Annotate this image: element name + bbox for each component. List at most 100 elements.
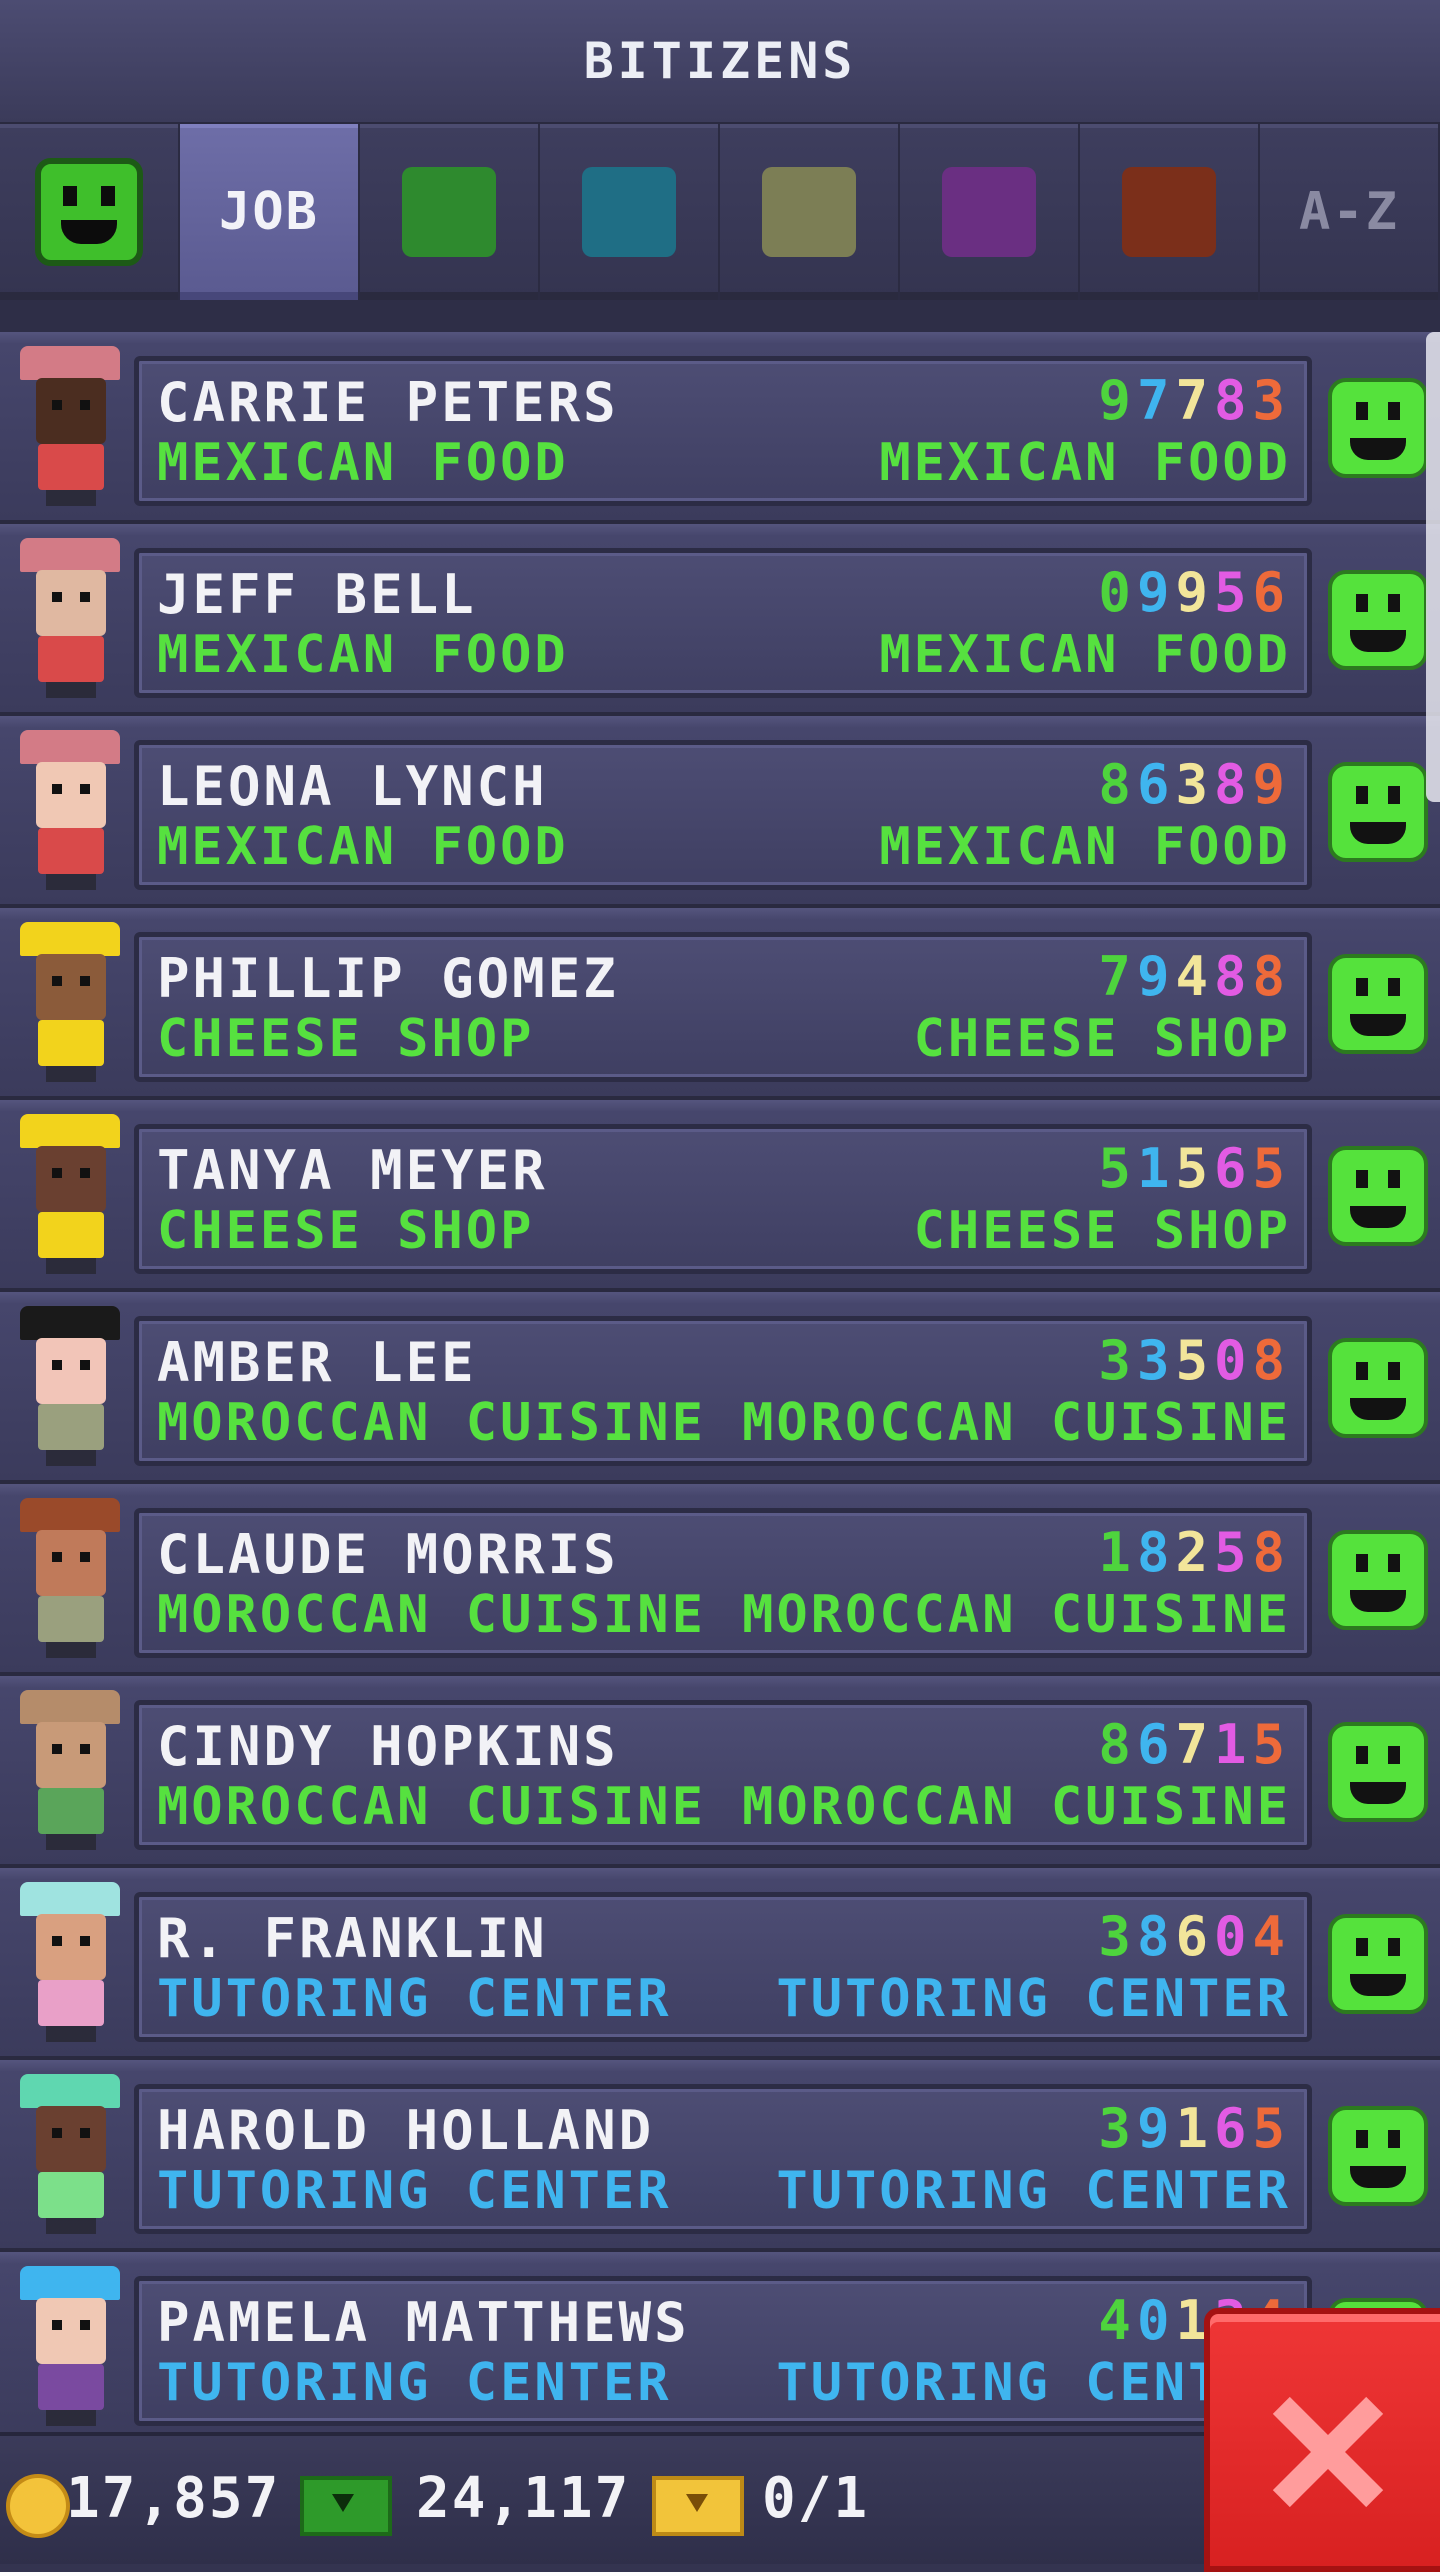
happy-face-icon bbox=[1328, 570, 1428, 670]
tab-swatch-2[interactable] bbox=[360, 124, 538, 300]
current-job: MOROCCAN CUISINE bbox=[157, 1777, 706, 1837]
bitizen-row[interactable]: CLAUDE MORRIS 18258 MOROCCAN CUISINE MOROCC… bbox=[0, 1484, 1440, 1676]
bitizen-name: CARRIE PETERS bbox=[157, 371, 619, 434]
skill-digits: 86715 bbox=[1098, 1713, 1291, 1776]
bitizen-avatar bbox=[10, 2262, 130, 2432]
current-job: TUTORING CENTER bbox=[157, 1969, 672, 2029]
bitizen-avatar bbox=[10, 1110, 130, 1280]
bitizen-name: CINDY HOPKINS bbox=[157, 1715, 619, 1778]
skill-digit: 6 bbox=[1213, 1137, 1253, 1200]
vip-icon bbox=[652, 2476, 744, 2536]
bitizen-row[interactable]: AMBER LEE 33508 MOROCCAN CUISINE MOROCCAN C… bbox=[0, 1292, 1440, 1484]
tab-swatch-5[interactable] bbox=[900, 124, 1078, 300]
skill-digit: 6 bbox=[1136, 753, 1176, 816]
happy-face-icon bbox=[1328, 1722, 1428, 1822]
bitizen-card[interactable]: AMBER LEE 33508 MOROCCAN CUISINE MOROCCAN C… bbox=[134, 1316, 1312, 1466]
skill-digit: 0 bbox=[1136, 2289, 1176, 2352]
tab-swatch-4[interactable] bbox=[720, 124, 898, 300]
scrollbar[interactable] bbox=[1426, 332, 1440, 802]
bitizen-card[interactable]: PHILLIP GOMEZ 79488 CHEESE SHOP CHEESE SHOP bbox=[134, 932, 1312, 1082]
skill-digits: 09956 bbox=[1098, 561, 1291, 624]
skill-digits: 39165 bbox=[1098, 2097, 1291, 2160]
close-icon bbox=[1266, 2392, 1386, 2512]
bitizen-name: HAROLD HOLLAND bbox=[157, 2099, 655, 2162]
bitizen-name: JEFF BELL bbox=[157, 563, 477, 626]
skill-digit: 4 bbox=[1252, 1905, 1291, 1968]
bitizen-row[interactable]: LEONA LYNCH 86389 MEXICAN FOOD MEXICAN FOOD bbox=[0, 716, 1440, 908]
skill-digit: 1 bbox=[1175, 2097, 1214, 2160]
skill-digit: 6 bbox=[1136, 1713, 1176, 1776]
bitizen-card[interactable]: JEFF BELL 09956 MEXICAN FOOD MEXICAN FOOD bbox=[134, 548, 1312, 698]
bitizen-card[interactable]: CINDY HOPKINS 86715 MOROCCAN CUISINE MOROCC… bbox=[134, 1700, 1312, 1850]
skill-digits: 18258 bbox=[1098, 1521, 1291, 1584]
skill-digit: 8 bbox=[1098, 753, 1137, 816]
bitizen-card[interactable]: LEONA LYNCH 86389 MEXICAN FOOD MEXICAN FOOD bbox=[134, 740, 1312, 890]
current-job: CHEESE SHOP bbox=[157, 1201, 535, 1261]
bitizen-name: PAMELA MATTHEWS bbox=[157, 2291, 690, 2354]
bitizen-name: LEONA LYNCH bbox=[157, 755, 548, 818]
skill-digit: 0 bbox=[1098, 561, 1137, 624]
tab-swatch-3[interactable] bbox=[540, 124, 718, 300]
bitizen-card[interactable]: TANYA MEYER 51565 CHEESE SHOP CHEESE SHOP bbox=[134, 1124, 1312, 1274]
current-job: MEXICAN FOOD bbox=[157, 433, 569, 493]
skill-digits: 38604 bbox=[1098, 1905, 1291, 1968]
tab-a-z[interactable]: A-Z bbox=[1260, 124, 1438, 300]
skill-digits: 79488 bbox=[1098, 945, 1291, 1008]
color-swatch-icon bbox=[582, 167, 676, 257]
skill-digit: 3 bbox=[1098, 1329, 1137, 1392]
skill-digit: 8 bbox=[1213, 753, 1253, 816]
close-button[interactable] bbox=[1204, 2308, 1440, 2572]
current-job: MOROCCAN CUISINE bbox=[157, 1393, 706, 1453]
bitizen-card[interactable]: PAMELA MATTHEWS40134TUTORING CENTERTUTOR… bbox=[134, 2276, 1312, 2426]
bitizen-name: CLAUDE MORRIS bbox=[157, 1523, 619, 1586]
bitizen-row[interactable]: CARRIE PETERS 97783 MEXICAN FOOD MEXICAN FO… bbox=[0, 332, 1440, 524]
bitizen-card[interactable]: CARRIE PETERS 97783 MEXICAN FOOD MEXICAN FO… bbox=[134, 356, 1312, 506]
skill-digit: 9 bbox=[1252, 753, 1291, 816]
bitizen-avatar bbox=[10, 918, 130, 1088]
color-swatch-icon bbox=[762, 167, 856, 257]
skill-digit: 7 bbox=[1175, 369, 1214, 432]
bitizen-card[interactable]: CLAUDE MORRIS 18258 MOROCCAN CUISINE MOROCC… bbox=[134, 1508, 1312, 1658]
skill-digit: 9 bbox=[1136, 945, 1176, 1008]
bitizen-row[interactable]: HAROLD HOLLAND 39165 TUTORING CENTER TUTORI… bbox=[0, 2060, 1440, 2252]
bitizen-name: R. FRANKLIN bbox=[157, 1907, 548, 1970]
tab-label: JOB bbox=[219, 182, 319, 242]
bitizen-card[interactable]: HAROLD HOLLAND 39165 TUTORING CENTER TUTORI… bbox=[134, 2084, 1312, 2234]
dream-job: MOROCCAN CUISINE bbox=[742, 1393, 1291, 1453]
bux-icon bbox=[300, 2476, 392, 2536]
tab-swatch-6[interactable] bbox=[1080, 124, 1258, 300]
bitizen-row[interactable]: PHILLIP GOMEZ 79488 CHEESE SHOP CHEESE SHOP bbox=[0, 908, 1440, 1100]
dream-job: TUTORING CENTER bbox=[776, 1969, 1291, 2029]
dream-job: CHEESE SHOP bbox=[913, 1201, 1291, 1261]
skill-digit: 5 bbox=[1175, 1137, 1214, 1200]
tab-job[interactable]: JOB bbox=[180, 124, 358, 300]
bitizen-card[interactable]: R. FRANKLIN 38604 TUTORING CENTER TUTORING … bbox=[134, 1892, 1312, 2042]
happy-face-icon bbox=[1328, 954, 1428, 1054]
skill-digit: 2 bbox=[1175, 1521, 1214, 1584]
skill-digit: 4 bbox=[1098, 2289, 1137, 2352]
bitizen-name: PHILLIP GOMEZ bbox=[157, 947, 619, 1010]
bitizen-avatar bbox=[10, 2070, 130, 2240]
skill-digit: 8 bbox=[1252, 945, 1291, 1008]
dream-job: MOROCCAN CUISINE bbox=[742, 1585, 1291, 1645]
color-swatch-icon bbox=[402, 167, 496, 257]
skill-digit: 9 bbox=[1098, 369, 1137, 432]
skill-digit: 5 bbox=[1098, 1137, 1137, 1200]
skill-digit: 1 bbox=[1098, 1521, 1137, 1584]
current-job: MOROCCAN CUISINE bbox=[157, 1585, 706, 1645]
dream-job: MEXICAN FOOD bbox=[879, 625, 1291, 685]
dream-job: MEXICAN FOOD bbox=[879, 433, 1291, 493]
tab-mood-0[interactable] bbox=[0, 124, 178, 300]
bitizen-row[interactable]: R. FRANKLIN 38604 TUTORING CENTER TUTORING … bbox=[0, 1868, 1440, 2060]
filter-tabs: JOB A-Z bbox=[0, 124, 1440, 300]
bitizen-row[interactable]: JEFF BELL 09956 MEXICAN FOOD MEXICAN FOOD bbox=[0, 524, 1440, 716]
skill-digit: 7 bbox=[1098, 945, 1137, 1008]
happy-face-icon bbox=[1328, 1914, 1428, 2014]
happy-face-icon bbox=[1328, 1530, 1428, 1630]
bitizen-row[interactable]: CINDY HOPKINS 86715 MOROCCAN CUISINE MOROCC… bbox=[0, 1676, 1440, 1868]
happy-face-icon bbox=[1328, 1146, 1428, 1246]
bitizen-row[interactable]: TANYA MEYER 51565 CHEESE SHOP CHEESE SHOP bbox=[0, 1100, 1440, 1292]
skill-digit: 4 bbox=[1175, 945, 1214, 1008]
bitizen-avatar bbox=[10, 1302, 130, 1472]
bitizen-list[interactable]: CARRIE PETERS 97783 MEXICAN FOOD MEXICAN FO… bbox=[0, 300, 1440, 2432]
